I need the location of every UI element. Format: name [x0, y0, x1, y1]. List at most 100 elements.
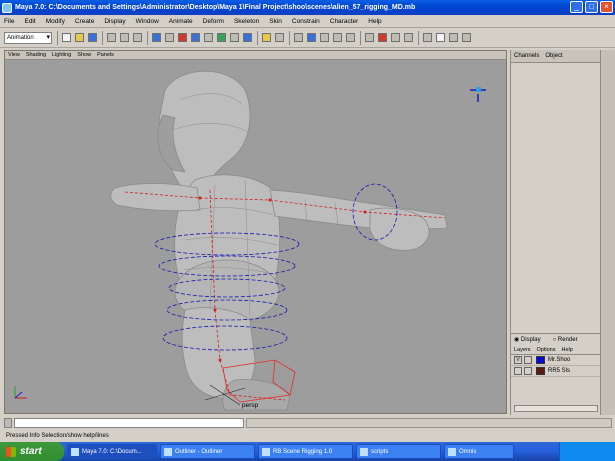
- select-by-deformer-icon[interactable]: [204, 33, 213, 42]
- start-button[interactable]: start: [0, 442, 64, 461]
- layer-row[interactable]: V Mr.Shoo: [511, 355, 600, 366]
- layer-visibility-toggle[interactable]: V: [514, 356, 522, 364]
- menu-help[interactable]: Help: [368, 18, 381, 25]
- menu-deform[interactable]: Deform: [203, 18, 224, 25]
- select-by-dynamic-icon[interactable]: [217, 33, 226, 42]
- snap-view-plane-icon[interactable]: [333, 33, 342, 42]
- menu-file[interactable]: File: [4, 18, 14, 25]
- layer-scrollbar[interactable]: [514, 405, 598, 412]
- view-axis-indicator: [470, 87, 486, 102]
- panel-menubar: View Shading Lighting Show Panels: [5, 51, 506, 60]
- make-live-icon[interactable]: [346, 33, 355, 42]
- select-object-icon[interactable]: [120, 33, 129, 42]
- command-input[interactable]: [14, 418, 244, 428]
- title-bar: Maya 7.0: C:\Documents and Settings\Admi…: [0, 0, 615, 15]
- select-by-joint-icon[interactable]: [165, 33, 174, 42]
- mel-toggle[interactable]: [4, 418, 12, 428]
- history-icon[interactable]: [365, 33, 374, 42]
- render-globals-icon[interactable]: [404, 33, 413, 42]
- taskbar-item-maya[interactable]: Maya 7.0: C:\Docum...: [67, 444, 157, 459]
- snap-grid-icon[interactable]: [294, 33, 303, 42]
- snap-point-icon[interactable]: [320, 33, 329, 42]
- panel-menu-show[interactable]: Show: [77, 52, 91, 58]
- display-radio[interactable]: ◉ Display: [514, 336, 547, 343]
- layer-visibility-toggle[interactable]: [514, 367, 522, 375]
- maya-app-icon: [2, 2, 12, 13]
- layer-menubar: Layers Options Help: [511, 345, 600, 355]
- panel-menu-shading[interactable]: Shading: [26, 52, 46, 58]
- channel-box-menu-channels[interactable]: Channels: [514, 53, 539, 59]
- window-title: Maya 7.0: C:\Documents and Settings\Admi…: [15, 4, 416, 11]
- select-by-surface-icon[interactable]: [191, 33, 200, 42]
- show-channel-box-icon[interactable]: [462, 33, 471, 42]
- taskbar-item-label: scripts: [371, 448, 389, 455]
- input-line-icon[interactable]: [423, 33, 432, 42]
- show-tool-settings-icon[interactable]: [449, 33, 458, 42]
- menu-character[interactable]: Character: [330, 18, 359, 25]
- system-tray: [559, 442, 615, 461]
- show-attribute-editor-icon[interactable]: [436, 33, 445, 42]
- save-scene-icon[interactable]: [88, 33, 97, 42]
- minimize-button[interactable]: _: [570, 1, 583, 13]
- layer-name: Mr.Shoo: [548, 357, 571, 363]
- toolbar-separator: [289, 30, 290, 45]
- select-by-handle-icon[interactable]: [152, 33, 161, 42]
- menu-edit[interactable]: Edit: [24, 18, 35, 25]
- layer-editor: ◉ Display ○ Render Layers Options Help V…: [510, 333, 600, 415]
- menu-constrain[interactable]: Constrain: [292, 18, 320, 25]
- layer-color-swatch[interactable]: [536, 367, 545, 375]
- close-button[interactable]: ×: [600, 1, 613, 13]
- panel-menu-panels[interactable]: Panels: [97, 52, 114, 58]
- menu-animate[interactable]: Animate: [169, 18, 193, 25]
- layer-type-toggle[interactable]: [524, 356, 532, 364]
- new-scene-icon[interactable]: [62, 33, 71, 42]
- status-line-toolbar: Animation: [0, 28, 615, 48]
- taskbar-item-rigging[interactable]: RB Scene Rigging 1.0: [258, 444, 353, 459]
- taskbar-item-scripts[interactable]: scripts: [356, 444, 441, 459]
- windows-taskbar: start Maya 7.0: C:\Docum... Outliner - O…: [0, 442, 615, 461]
- layer-row[interactable]: RR5 Sls: [511, 366, 600, 377]
- render-radio[interactable]: ○ Render: [553, 337, 584, 343]
- taskbar-item-label: Outliner - Outliner: [175, 448, 223, 455]
- taskbar-item-outliner[interactable]: Outliner - Outliner: [160, 444, 255, 459]
- highlight-selection-icon[interactable]: [275, 33, 284, 42]
- snap-curve-icon[interactable]: [307, 33, 316, 42]
- start-label: start: [20, 446, 42, 457]
- toolbar-separator: [418, 30, 419, 45]
- side-toolbar-strip: [600, 50, 615, 415]
- layer-type-toggle[interactable]: [524, 367, 532, 375]
- window-controls: _ □ ×: [570, 1, 613, 13]
- open-scene-icon[interactable]: [75, 33, 84, 42]
- menu-skeleton[interactable]: Skeleton: [234, 18, 259, 25]
- ipr-render-icon[interactable]: [391, 33, 400, 42]
- taskbar-item-omnis[interactable]: Omnis: [444, 444, 514, 459]
- render-current-icon[interactable]: [378, 33, 387, 42]
- layer-menu-layers[interactable]: Layers: [514, 347, 531, 353]
- alien-character-model[interactable]: [5, 60, 506, 413]
- 3d-viewport[interactable]: persp: [5, 60, 506, 413]
- select-by-misc-icon[interactable]: [243, 33, 252, 42]
- layer-menu-help[interactable]: Help: [561, 347, 572, 353]
- maximize-button[interactable]: □: [585, 1, 598, 13]
- panel-menu-lighting[interactable]: Lighting: [52, 52, 71, 58]
- menu-modify[interactable]: Modify: [46, 18, 65, 25]
- select-by-curve-icon[interactable]: [178, 33, 187, 42]
- select-component-icon[interactable]: [133, 33, 142, 42]
- panel-menu-view[interactable]: View: [8, 52, 20, 58]
- channel-box-menu-object[interactable]: Object: [545, 53, 562, 59]
- command-result: [246, 418, 612, 428]
- display-radio-label: Display: [520, 337, 541, 343]
- taskbar-item-label: RB Scene Rigging 1.0: [273, 448, 333, 455]
- lock-selection-icon[interactable]: [262, 33, 271, 42]
- menu-skin[interactable]: Skin: [269, 18, 282, 25]
- menu-display[interactable]: Display: [104, 18, 125, 25]
- menu-window[interactable]: Window: [136, 18, 159, 25]
- layer-color-swatch[interactable]: [536, 356, 545, 364]
- camera-label: persp: [242, 402, 259, 409]
- menu-set-dropdown[interactable]: Animation: [4, 31, 52, 44]
- folder-task-icon: [360, 447, 368, 456]
- menu-create[interactable]: Create: [75, 18, 95, 25]
- select-hierarchy-icon[interactable]: [107, 33, 116, 42]
- select-by-render-icon[interactable]: [230, 33, 239, 42]
- layer-menu-options[interactable]: Options: [537, 347, 556, 353]
